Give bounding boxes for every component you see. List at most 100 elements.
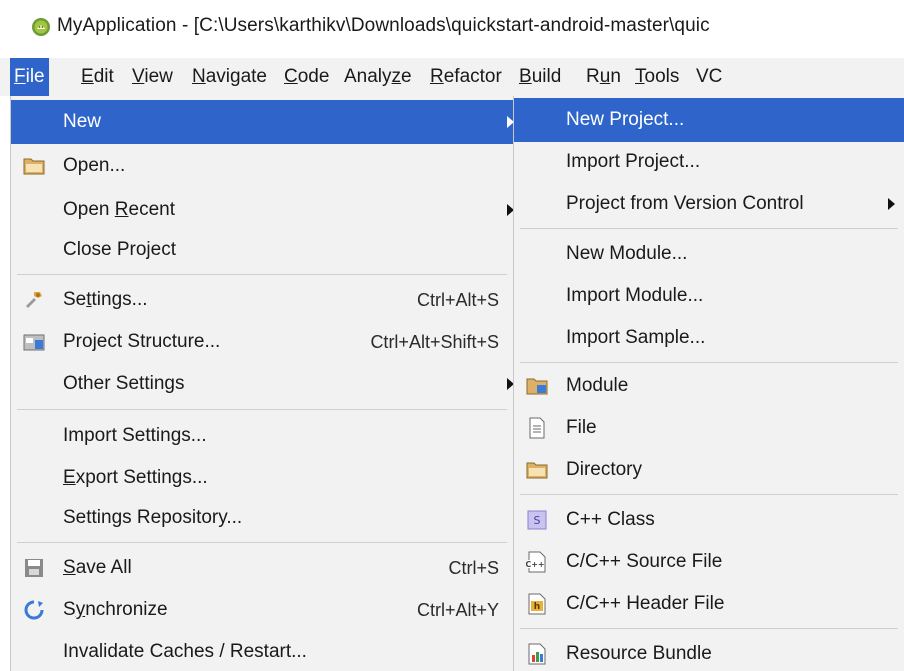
menu-item-cpp-header-file-label: C/C++ Header File [566, 593, 725, 614]
shortcut-project-structure: Ctrl+Alt+Shift+S [370, 332, 499, 352]
menu-item-import-project[interactable]: Import Project... [514, 140, 904, 184]
menu-analyze-post: e [401, 66, 412, 87]
menu-item-cpp-header-file[interactable]: h C/C++ Header File [514, 582, 904, 626]
menu-item-import-module-label: Import Module... [566, 285, 704, 306]
menu-item-open[interactable]: Open... [11, 144, 513, 188]
menu-run-pre: R [586, 66, 600, 87]
menu-item-invalidate-caches-label: Invalidate Caches / Restart... [63, 641, 307, 662]
title-bar: MyApplication - [C:\Users\karthikv\Downl… [0, 0, 904, 58]
menu-item-import-sample[interactable]: Import Sample... [514, 316, 904, 360]
menu-item-close-project[interactable]: Close Project [11, 228, 513, 272]
menu-edit-mnemonic: E [81, 66, 94, 87]
menu-item-file[interactable]: File [514, 406, 904, 450]
menu-item-new-module-label: New Module... [566, 243, 688, 264]
open-recent-mnemonic: R [114, 199, 129, 220]
menu-run-post: n [610, 66, 621, 87]
menu-run[interactable]: Run [582, 58, 625, 96]
menu-item-other-settings-label: Other Settings [63, 373, 185, 394]
folder-icon [23, 158, 45, 175]
menu-refactor-mnemonic: R [430, 66, 444, 87]
menu-item-project-structure[interactable]: Project Structure... Ctrl+Alt+Shift+S [11, 320, 513, 364]
menu-vcs[interactable]: VC [692, 58, 726, 96]
menu-item-new[interactable]: New [11, 100, 514, 144]
menu-view-label: iew [144, 66, 173, 87]
sync-icon [24, 600, 44, 620]
menu-item-open-label: Open... [63, 155, 126, 176]
menu-tools-mnemonic: T [635, 66, 645, 87]
wrench-icon [26, 292, 42, 308]
menu-tools-label: ools [644, 66, 680, 87]
menu-item-settings-label: Settings... [63, 278, 148, 322]
menu-item-directory[interactable]: Directory [514, 448, 904, 492]
menu-navigate-label: avigate [205, 66, 268, 87]
menu-item-file-label: File [566, 417, 597, 438]
menu-item-cpp-class-label: C++ Class [566, 509, 655, 530]
menu-item-save-all[interactable]: Save All Ctrl+S [11, 546, 513, 590]
menu-item-module[interactable]: Module [514, 364, 904, 408]
menu-build-mnemonic: B [519, 66, 532, 87]
menu-item-open-recent[interactable]: Open Recent [11, 188, 514, 232]
menu-file-mnemonic: F [14, 66, 26, 87]
menu-separator [520, 362, 898, 363]
project-structure-icon [23, 334, 45, 351]
menu-item-resource-bundle[interactable]: Resource Bundle [514, 632, 904, 671]
menu-item-directory-label: Directory [566, 459, 643, 480]
menu-file[interactable]: File [10, 58, 49, 96]
menu-item-resource-bundle-label: Resource Bundle [566, 643, 712, 664]
save-all-mnemonic: S [63, 557, 76, 578]
menu-analyze[interactable]: Analyze [340, 58, 416, 96]
menu-item-settings[interactable]: Settings... Ctrl+Alt+S [11, 278, 513, 322]
save-icon [25, 559, 43, 577]
menu-tools[interactable]: Tools [631, 58, 683, 96]
menu-view[interactable]: View [128, 58, 177, 96]
menu-item-settings-repository[interactable]: Settings Repository... [11, 496, 513, 540]
save-all-post: ave All [75, 557, 132, 578]
menu-code-label: ode [297, 66, 330, 87]
cpp-source-badge: C++ [526, 560, 545, 569]
shortcut-synchronize: Ctrl+Alt+Y [416, 600, 499, 620]
menu-item-project-from-vcs-label: Project from Version Control [566, 193, 804, 214]
menu-item-cpp-source-file[interactable]: C++ C/C++ Source File [514, 540, 904, 584]
settings-pre: Se [63, 289, 87, 310]
open-recent-pre: Open [63, 199, 115, 220]
submenu-arrow-icon [888, 198, 895, 210]
menu-analyze-pre: Analy [344, 66, 392, 87]
menu-item-export-settings[interactable]: Export Settings... [11, 456, 513, 500]
menu-item-project-from-vcs[interactable]: Project from Version Control [514, 182, 904, 226]
synchronize-mnemonic: y [75, 599, 86, 620]
menu-item-close-project-label: Close Project [63, 239, 176, 260]
resource-bundle-icon [528, 643, 546, 665]
menu-item-new-module[interactable]: New Module... [514, 232, 904, 276]
menu-item-settings-repository-label: Settings Repository... [63, 507, 243, 528]
menu-item-cpp-class[interactable]: S C++ Class [514, 498, 904, 542]
menu-code-mnemonic: C [284, 66, 298, 87]
menu-vcs-label: VC [696, 66, 723, 87]
menu-item-new-project[interactable]: New Project... [514, 98, 904, 142]
android-studio-icon [32, 18, 50, 36]
menu-item-new-project-label: New Project... [566, 109, 685, 130]
menu-navigate-mnemonic: N [192, 66, 206, 87]
cpp-header-badge: h [534, 602, 540, 612]
export-settings-mnemonic: E [63, 467, 76, 488]
menu-item-export-settings-label: Export Settings... [63, 456, 208, 500]
menu-item-other-settings[interactable]: Other Settings [11, 362, 514, 406]
menu-refactor[interactable]: Refactor [426, 58, 506, 96]
menu-item-import-project-label: Import Project... [566, 151, 701, 172]
menu-separator [17, 542, 507, 543]
menu-item-invalidate-caches[interactable]: Invalidate Caches / Restart... [11, 630, 513, 671]
menu-edit[interactable]: Edit [77, 58, 118, 96]
shortcut-settings: Ctrl+Alt+S [416, 290, 499, 310]
menu-view-mnemonic: V [132, 66, 145, 87]
cpp-class-badge: S [534, 514, 541, 527]
export-settings-post: xport Settings... [75, 467, 208, 488]
window-title: MyApplication - [C:\Users\karthikv\Downl… [57, 15, 710, 36]
menu-item-import-module[interactable]: Import Module... [514, 274, 904, 318]
menu-navigate[interactable]: Navigate [188, 58, 271, 96]
menu-code[interactable]: Code [280, 58, 333, 96]
menu-build[interactable]: Build [515, 58, 565, 96]
menu-item-import-settings[interactable]: Import Settings... [11, 414, 513, 458]
module-icon [526, 378, 548, 395]
open-recent-post: ecent [128, 199, 175, 220]
menu-item-synchronize[interactable]: Synchronize Ctrl+Alt+Y [11, 588, 513, 632]
menu-item-module-label: Module [566, 375, 629, 396]
